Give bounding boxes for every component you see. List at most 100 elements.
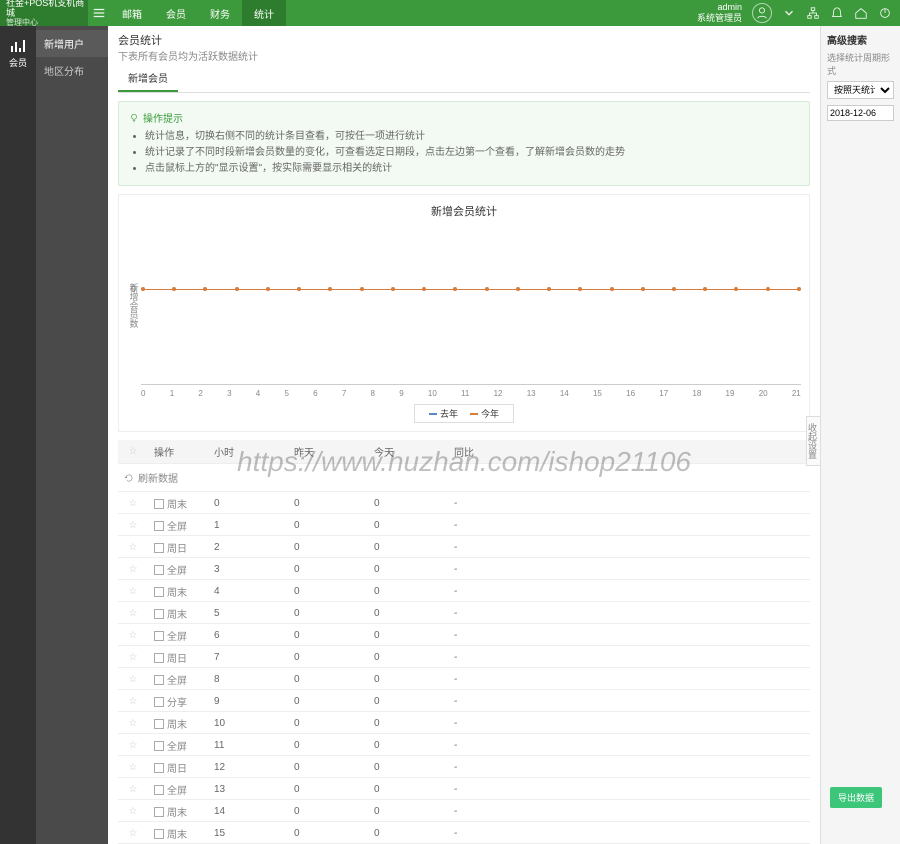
x-tick: 18 xyxy=(692,389,701,398)
op-cell[interactable]: 全屏 xyxy=(148,668,208,691)
star-button[interactable]: ☆ xyxy=(118,736,148,755)
nav-item-2[interactable]: 财务 xyxy=(198,0,242,26)
op-cell[interactable]: 周末 xyxy=(148,602,208,625)
star-icon: ☆ xyxy=(124,446,142,457)
chart-point xyxy=(766,287,770,291)
star-button[interactable]: ☆ xyxy=(118,626,148,645)
sitemap-icon[interactable] xyxy=(806,6,820,20)
star-button[interactable]: ☆ xyxy=(118,516,148,535)
x-tick: 9 xyxy=(399,389,403,398)
square-icon xyxy=(154,697,164,707)
yesterday-cell: 0 xyxy=(288,626,368,645)
star-button[interactable]: ☆ xyxy=(118,538,148,557)
chart-point xyxy=(453,287,457,291)
x-tick: 7 xyxy=(342,389,346,398)
star-button[interactable]: ☆ xyxy=(118,802,148,821)
square-icon xyxy=(154,543,164,553)
collapse-settings-button[interactable]: 收起设置 xyxy=(806,416,820,466)
op-cell[interactable]: 周末 xyxy=(148,822,208,844)
op-cell[interactable]: 周末 xyxy=(148,492,208,515)
star-button[interactable]: ☆ xyxy=(118,604,148,623)
chart-title: 新增会员统计 xyxy=(127,203,801,219)
date-input[interactable] xyxy=(827,105,894,121)
star-button[interactable]: ☆ xyxy=(118,714,148,733)
yesterday-cell: 0 xyxy=(288,780,368,799)
op-cell[interactable]: 周末 xyxy=(148,580,208,603)
op-cell[interactable]: 周末 xyxy=(148,712,208,735)
nav-item-3[interactable]: 统计 xyxy=(242,0,286,26)
today-cell: 0 xyxy=(368,538,448,557)
today-cell: 0 xyxy=(368,780,448,799)
star-button[interactable]: ☆ xyxy=(118,670,148,689)
chevron-down-icon[interactable] xyxy=(782,6,796,20)
yesterday-cell: 0 xyxy=(288,692,368,711)
op-cell[interactable]: 全屏 xyxy=(148,734,208,757)
star-button[interactable]: ☆ xyxy=(118,582,148,601)
op-cell[interactable]: 全屏 xyxy=(148,558,208,581)
sidebar2-item-1[interactable]: 地区分布 xyxy=(36,57,108,84)
x-tick: 17 xyxy=(659,389,668,398)
star-button[interactable]: ☆ xyxy=(118,780,148,799)
nav-item-1[interactable]: 会员 xyxy=(154,0,198,26)
star-button[interactable]: ☆ xyxy=(118,824,148,843)
x-tick: 5 xyxy=(284,389,288,398)
chart-point xyxy=(141,287,145,291)
chart-point xyxy=(578,287,582,291)
period-select[interactable]: 按照天统计 xyxy=(827,81,894,99)
tips-box: 操作提示 统计信息，切换右侧不同的统计条目查看，可按任一项进行统计统计记录了不同… xyxy=(118,101,810,186)
nav-item-0[interactable]: 邮箱 xyxy=(110,0,154,26)
chart-xaxis: 0123456789101112131415161718192021 xyxy=(141,385,801,400)
op-cell[interactable]: 周日 xyxy=(148,756,208,779)
col-header-0: ☆ xyxy=(118,442,148,461)
chart-point xyxy=(172,287,176,291)
op-cell[interactable]: 周日 xyxy=(148,646,208,669)
tab-0[interactable]: 新增会员 xyxy=(118,65,178,92)
menu-toggle-button[interactable] xyxy=(88,6,110,20)
yoy-cell: - xyxy=(448,692,558,711)
power-icon[interactable] xyxy=(878,6,892,20)
x-tick: 16 xyxy=(626,389,635,398)
x-tick: 10 xyxy=(428,389,437,398)
x-tick: 15 xyxy=(593,389,602,398)
op-cell[interactable]: 周末 xyxy=(148,800,208,823)
star-button[interactable]: ☆ xyxy=(118,692,148,711)
star-button[interactable]: ☆ xyxy=(118,758,148,777)
logo-main: 社金+POS机支机商城 xyxy=(6,0,88,19)
today-cell: 0 xyxy=(368,560,448,579)
legend-swatch xyxy=(429,413,437,415)
op-cell[interactable]: 全屏 xyxy=(148,514,208,537)
star-button[interactable]: ☆ xyxy=(118,648,148,667)
square-icon xyxy=(154,609,164,619)
table-row: ☆全屏100- xyxy=(118,514,810,536)
user-icon xyxy=(755,6,769,20)
refresh-button[interactable]: 刷新数据 xyxy=(118,464,810,492)
square-icon xyxy=(154,565,164,575)
sidebar2-item-0[interactable]: 新增用户 xyxy=(36,30,108,57)
table-row: ☆周末000- xyxy=(118,492,810,514)
yoy-cell: - xyxy=(448,604,558,623)
legend-item-0[interactable]: 去年 xyxy=(429,407,458,420)
op-cell[interactable]: 分享 xyxy=(148,690,208,713)
op-cell[interactable]: 全屏 xyxy=(148,778,208,801)
star-button[interactable]: ☆ xyxy=(118,560,148,579)
chart-point xyxy=(516,287,520,291)
home-icon[interactable] xyxy=(854,6,868,20)
sidebar1-members[interactable]: 会员 xyxy=(9,32,27,75)
hour-cell: 14 xyxy=(208,802,288,821)
star-button[interactable]: ☆ xyxy=(118,494,148,513)
table-row: ☆分享900- xyxy=(118,690,810,712)
op-cell[interactable]: 周日 xyxy=(148,536,208,559)
bell-icon[interactable] xyxy=(830,6,844,20)
export-button[interactable]: 导出数据 xyxy=(830,787,882,808)
op-cell[interactable]: 全屏 xyxy=(148,624,208,647)
chart-point xyxy=(203,287,207,291)
chart-ylabel: 新增会员数 xyxy=(127,225,141,385)
chart-point xyxy=(235,287,239,291)
table-row: ☆全屏1100- xyxy=(118,734,810,756)
yesterday-cell: 0 xyxy=(288,494,368,513)
data-table: ☆操作小时昨天今天同比 刷新数据 ☆周末000-☆全屏100-☆周日200-☆全… xyxy=(118,440,810,844)
table-row: ☆全屏300- xyxy=(118,558,810,580)
chart-area: 新增会员数 0 xyxy=(127,225,801,385)
avatar-button[interactable] xyxy=(752,3,772,23)
legend-item-1[interactable]: 今年 xyxy=(470,407,499,420)
